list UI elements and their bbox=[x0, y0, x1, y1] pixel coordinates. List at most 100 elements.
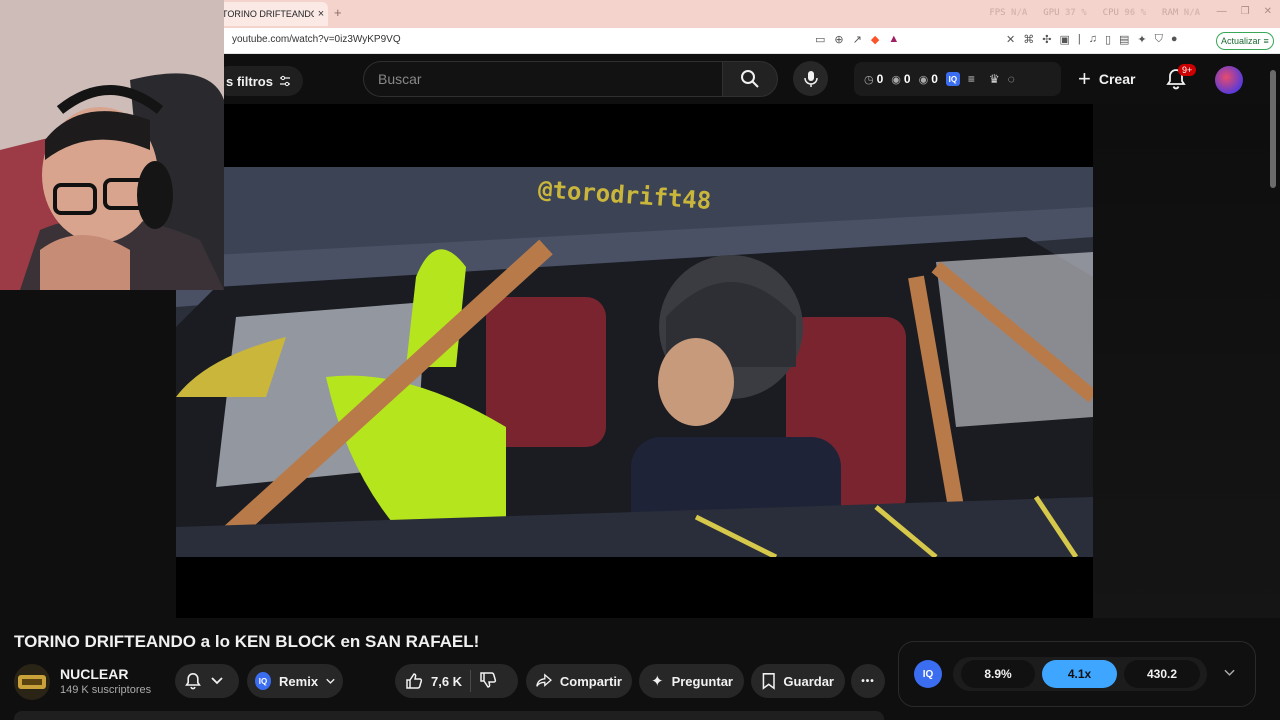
remix-button[interactable]: IQ Remix bbox=[247, 664, 343, 698]
filters-button[interactable]: s filtros bbox=[214, 66, 303, 96]
eye-counter-2[interactable]: ◉ 0 bbox=[919, 72, 938, 86]
share-icon[interactable]: ↗ bbox=[853, 33, 862, 46]
thumbs-down-icon bbox=[480, 671, 497, 688]
search-icon bbox=[741, 70, 759, 88]
address-bar-icons: ▭ ⊕ ↗ ◆ ▲ bbox=[815, 33, 899, 46]
iq-stat-percentage[interactable]: 8.9% bbox=[961, 660, 1035, 688]
like-count: 7,6 K bbox=[431, 673, 463, 689]
plus-icon: + bbox=[1078, 66, 1091, 91]
eye-icon: ◉ bbox=[891, 73, 901, 86]
update-label: Actualizar bbox=[1221, 36, 1261, 46]
like-divider bbox=[470, 670, 472, 692]
search-input[interactable]: Buscar bbox=[363, 61, 723, 97]
channel-name[interactable]: NUCLEAR bbox=[60, 666, 128, 682]
save-label: Guardar bbox=[783, 673, 834, 689]
stat-gpu: GPU 37 % bbox=[1043, 8, 1087, 18]
extensions-icon[interactable]: ✣ bbox=[1042, 33, 1051, 46]
notification-badge: 9+ bbox=[1178, 64, 1197, 76]
more-actions-button[interactable]: ••• bbox=[851, 664, 885, 698]
iq-extension-icon[interactable]: IQ bbox=[945, 72, 960, 86]
create-button[interactable]: + Crear bbox=[1078, 65, 1135, 93]
brave-rewards-icon[interactable]: ▲ bbox=[888, 33, 899, 46]
filter-sliders-icon bbox=[279, 75, 290, 87]
share-button[interactable]: Compartir bbox=[526, 664, 632, 698]
minimize-icon[interactable]: — bbox=[1217, 6, 1227, 17]
stat-cpu: CPU 96 % bbox=[1102, 8, 1147, 18]
like-dislike-group: 7,6 K bbox=[395, 664, 518, 698]
page-scrollbar[interactable] bbox=[1270, 70, 1276, 188]
profile-icon[interactable]: ● bbox=[1171, 33, 1178, 46]
microphone-icon bbox=[803, 70, 818, 87]
vpn-icon[interactable]: ⛉ bbox=[1155, 33, 1163, 46]
bell-icon bbox=[185, 672, 201, 690]
leo-icon[interactable]: ✦ bbox=[1137, 33, 1146, 46]
clock-counter[interactable]: ◷ 0 bbox=[864, 72, 883, 86]
channel-logo-icon bbox=[18, 675, 46, 689]
search-button[interactable] bbox=[722, 61, 778, 97]
share-label: Compartir bbox=[559, 673, 622, 689]
voice-search-button[interactable] bbox=[793, 61, 828, 96]
close-window-icon[interactable]: ✕ bbox=[1264, 6, 1272, 17]
ask-button[interactable]: ✦ Preguntar bbox=[639, 664, 744, 698]
video-title: TORINO DRIFTEANDO a lo KEN BLOCK en SAN … bbox=[14, 632, 480, 651]
chevron-down-icon bbox=[211, 677, 223, 685]
list-icon[interactable]: ≡ bbox=[968, 72, 975, 86]
sparkle-icon: ✦ bbox=[651, 673, 664, 690]
zoom-icon[interactable]: ⊕ bbox=[834, 33, 843, 46]
eye-counter[interactable]: ◉ 0 bbox=[891, 72, 910, 86]
side-panel bbox=[1093, 104, 1280, 618]
extension-x-icon[interactable]: ✕ bbox=[1006, 33, 1015, 46]
left-blank-area bbox=[0, 290, 176, 618]
restore-icon[interactable]: ❐ bbox=[1241, 6, 1250, 17]
iq-expand-chevron-icon[interactable] bbox=[1224, 669, 1235, 677]
stat-ram: RAM N/A bbox=[1162, 8, 1200, 18]
remix-label: Remix bbox=[279, 673, 319, 689]
iq-stat-multiplier[interactable]: 4.1x bbox=[1042, 660, 1117, 688]
wallet-icon[interactable]: ▤ bbox=[1119, 33, 1129, 46]
video-scene-image bbox=[176, 167, 1093, 557]
window-controls: — ❐ ✕ bbox=[1217, 6, 1272, 17]
tab-title: TORINO DRIFTEANDO a l bbox=[222, 9, 314, 19]
create-label: Crear bbox=[1098, 71, 1136, 87]
chat-icon[interactable]: ◌ bbox=[1008, 72, 1015, 86]
user-avatar[interactable] bbox=[1215, 66, 1243, 94]
iq-stat-score[interactable]: 430.2 bbox=[1124, 660, 1200, 688]
like-button[interactable]: 7,6 K bbox=[405, 672, 462, 690]
sidebar-icon[interactable]: ▯ bbox=[1105, 33, 1111, 46]
chevron-down-icon bbox=[326, 678, 335, 684]
iq-logo-icon[interactable]: IQ bbox=[914, 660, 942, 688]
dislike-button[interactable] bbox=[479, 671, 497, 692]
remix-iq-icon: IQ bbox=[255, 672, 272, 690]
bookmark-icon bbox=[762, 673, 775, 690]
extension-icons: ✕ ⌘ ✣ ▣ | ♫ ▯ ▤ ✦ ⛉ ● bbox=[1006, 33, 1178, 46]
eye-icon: ◉ bbox=[918, 73, 929, 86]
update-button[interactable]: Actualizar ≡ bbox=[1216, 32, 1274, 50]
cast-icon[interactable]: ▭ bbox=[815, 33, 825, 46]
divider-icon: | bbox=[1077, 33, 1081, 45]
filters-label: s filtros bbox=[226, 73, 273, 89]
brave-shields-icon[interactable]: ◆ bbox=[871, 33, 879, 46]
share-arrow-icon bbox=[536, 673, 552, 687]
webcam-overlay bbox=[0, 0, 224, 290]
tab-close-icon[interactable]: × bbox=[314, 8, 328, 20]
menu-icon: ≡ bbox=[1263, 36, 1269, 46]
clock-icon: ◷ bbox=[864, 73, 874, 86]
webcam-person-image bbox=[0, 0, 224, 290]
channel-avatar[interactable] bbox=[14, 664, 50, 700]
stat-fps: FPS N/A bbox=[989, 8, 1028, 18]
video-frame[interactable]: @torodrift48 bbox=[176, 167, 1093, 557]
extension-counter-pill: ◷ 0 ◉ 0 ◉ 0 IQ ≡ ♛ ◌ bbox=[854, 62, 1061, 96]
url-field[interactable]: youtube.com/watch?v=0iz3WyKP9VQ bbox=[232, 34, 401, 45]
screenshot-icon[interactable]: ▣ bbox=[1059, 33, 1069, 46]
subscriber-count: 149 K suscriptores bbox=[60, 684, 152, 696]
thumbs-up-icon bbox=[406, 673, 423, 689]
media-icon[interactable]: ♫ bbox=[1089, 33, 1097, 46]
browser-tab[interactable]: TORINO DRIFTEANDO a l × bbox=[214, 2, 328, 26]
ask-label: Preguntar bbox=[671, 673, 733, 689]
new-tab-button[interactable]: + bbox=[334, 5, 342, 20]
trophy-icon[interactable]: ♛ bbox=[989, 72, 1000, 86]
save-button[interactable]: Guardar bbox=[751, 664, 845, 698]
description-box-edge bbox=[14, 711, 884, 720]
subscription-bell-button[interactable] bbox=[175, 664, 239, 698]
translate-icon[interactable]: ⌘ bbox=[1023, 33, 1034, 46]
